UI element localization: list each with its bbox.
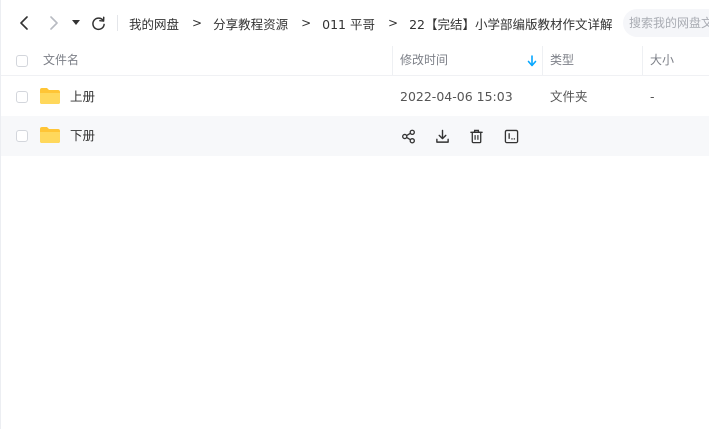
file-size: - xyxy=(650,89,655,104)
delete-button[interactable] xyxy=(467,127,485,145)
breadcrumb-item-shared-resources[interactable]: 分享教程资源 xyxy=(213,14,288,33)
breadcrumb: 我的网盘 > 分享教程资源 > 011 平哥 > 22【完结】小学部编版教材作文… xyxy=(129,0,613,46)
share-icon xyxy=(401,129,415,143)
column-divider[interactable] xyxy=(542,46,543,75)
select-all-checkbox[interactable] xyxy=(16,55,28,67)
breadcrumb-item-current-folder[interactable]: 22【完结】小学部编版教材作文详解 xyxy=(409,14,612,33)
column-divider[interactable] xyxy=(392,46,393,75)
file-name[interactable]: 下册 xyxy=(70,116,95,156)
file-row[interactable]: 上册 2022-04-06 15:03 文件夹 - xyxy=(1,77,709,117)
column-header-name[interactable]: 文件名 xyxy=(43,46,79,75)
refresh-icon xyxy=(91,16,105,30)
file-name[interactable]: 上册 xyxy=(70,77,95,117)
forward-button[interactable] xyxy=(44,13,64,33)
search-input[interactable] xyxy=(629,16,709,30)
folder-icon xyxy=(40,88,60,104)
download-icon xyxy=(435,129,449,143)
folder-icon xyxy=(40,127,60,143)
share-button[interactable] xyxy=(399,127,417,145)
breadcrumb-separator: > xyxy=(388,16,399,30)
history-dropdown-button[interactable] xyxy=(69,13,83,33)
column-header-modified-time[interactable]: 修改时间 xyxy=(400,46,448,75)
search-box xyxy=(623,9,709,37)
caret-down-icon xyxy=(72,20,80,25)
file-modified-time: 2022-04-06 15:03 xyxy=(400,89,513,104)
column-divider[interactable] xyxy=(642,46,643,75)
breadcrumb-item-my-drive[interactable]: 我的网盘 xyxy=(129,14,179,33)
breadcrumb-separator: > xyxy=(301,16,312,30)
toolbar: 我的网盘 > 分享教程资源 > 011 平哥 > 22【完结】小学部编版教材作文… xyxy=(1,0,709,46)
row-checkbox[interactable] xyxy=(16,91,28,103)
chevron-right-icon xyxy=(50,16,58,30)
breadcrumb-separator: > xyxy=(192,16,203,30)
download-button[interactable] xyxy=(433,127,451,145)
chevron-left-icon xyxy=(20,16,28,30)
refresh-button[interactable] xyxy=(88,13,108,33)
file-list-header: 文件名 修改时间 类型 大小 xyxy=(1,46,709,76)
sort-down-arrow-icon[interactable] xyxy=(527,55,537,67)
delete-icon xyxy=(469,129,483,143)
file-browser: 我的网盘 > 分享教程资源 > 011 平哥 > 22【完结】小学部编版教材作文… xyxy=(0,0,709,429)
toolbar-divider xyxy=(117,15,118,31)
file-row[interactable]: 下册 xyxy=(1,116,709,156)
back-button[interactable] xyxy=(14,13,34,33)
column-header-size[interactable]: 大小 xyxy=(650,46,674,75)
column-header-type[interactable]: 类型 xyxy=(550,46,574,75)
row-checkbox[interactable] xyxy=(16,130,28,142)
breadcrumb-item-pingge[interactable]: 011 平哥 xyxy=(322,14,375,33)
more-icon xyxy=(504,129,518,143)
file-type: 文件夹 xyxy=(550,89,588,104)
more-button[interactable] xyxy=(502,127,520,145)
